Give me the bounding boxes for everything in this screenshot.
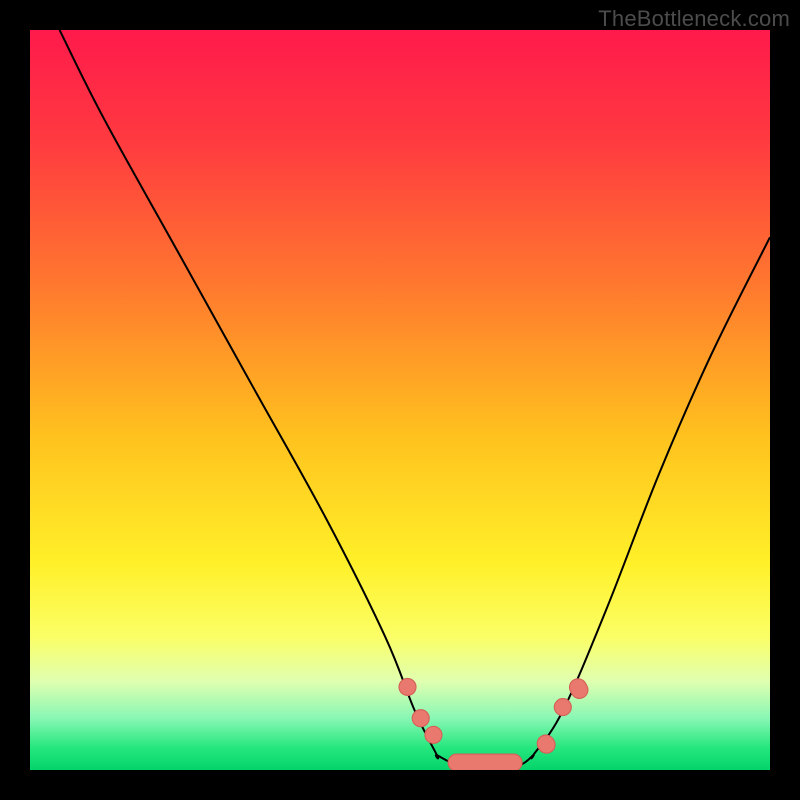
plot-area	[30, 30, 770, 770]
bottleneck-curve	[30, 30, 770, 770]
watermark-text: TheBottleneck.com	[598, 6, 790, 32]
chart-frame: TheBottleneck.com	[0, 0, 800, 800]
